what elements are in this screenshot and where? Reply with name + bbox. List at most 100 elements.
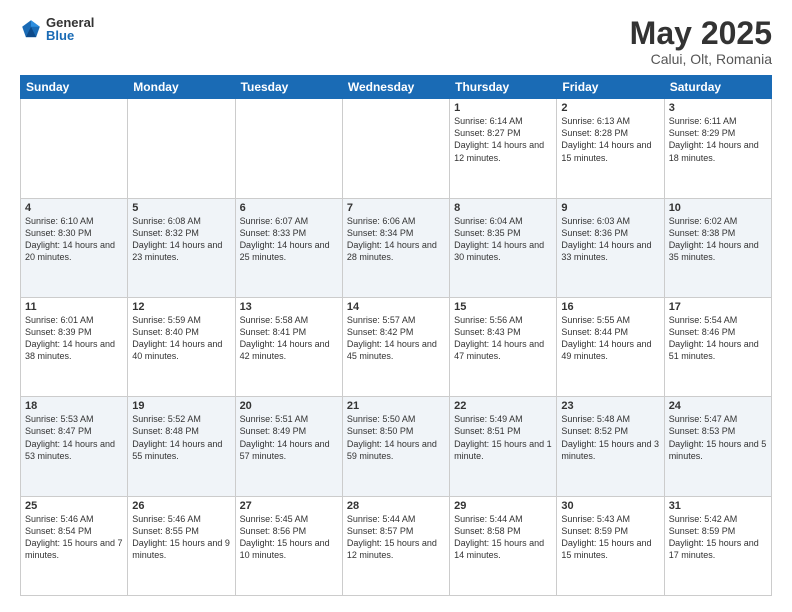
day-number: 26 <box>132 500 230 512</box>
cell-content: Sunrise: 5:46 AM Sunset: 8:54 PM Dayligh… <box>25 513 123 562</box>
cell-content: Sunrise: 6:08 AM Sunset: 8:32 PM Dayligh… <box>132 215 230 264</box>
day-number: 25 <box>25 500 123 512</box>
day-number: 10 <box>669 202 767 214</box>
day-header-friday: Friday <box>557 76 664 99</box>
day-header-saturday: Saturday <box>664 76 771 99</box>
cell-content: Sunrise: 6:02 AM Sunset: 8:38 PM Dayligh… <box>669 215 767 264</box>
calendar-cell: 25Sunrise: 5:46 AM Sunset: 8:54 PM Dayli… <box>21 496 128 595</box>
logo-icon <box>20 18 42 40</box>
calendar-cell: 2Sunrise: 6:13 AM Sunset: 8:28 PM Daylig… <box>557 99 664 198</box>
cell-content: Sunrise: 6:04 AM Sunset: 8:35 PM Dayligh… <box>454 215 552 264</box>
calendar-cell: 13Sunrise: 5:58 AM Sunset: 8:41 PM Dayli… <box>235 297 342 396</box>
calendar-cell: 28Sunrise: 5:44 AM Sunset: 8:57 PM Dayli… <box>342 496 449 595</box>
day-number: 21 <box>347 400 445 412</box>
day-number: 13 <box>240 301 338 313</box>
cell-content: Sunrise: 5:44 AM Sunset: 8:57 PM Dayligh… <box>347 513 445 562</box>
calendar-cell: 17Sunrise: 5:54 AM Sunset: 8:46 PM Dayli… <box>664 297 771 396</box>
cell-content: Sunrise: 5:57 AM Sunset: 8:42 PM Dayligh… <box>347 314 445 363</box>
calendar-cell <box>342 99 449 198</box>
day-number: 8 <box>454 202 552 214</box>
calendar-cell: 21Sunrise: 5:50 AM Sunset: 8:50 PM Dayli… <box>342 397 449 496</box>
logo: General Blue <box>20 16 94 42</box>
day-number: 5 <box>132 202 230 214</box>
cell-content: Sunrise: 6:07 AM Sunset: 8:33 PM Dayligh… <box>240 215 338 264</box>
calendar-cell: 29Sunrise: 5:44 AM Sunset: 8:58 PM Dayli… <box>450 496 557 595</box>
cell-content: Sunrise: 5:47 AM Sunset: 8:53 PM Dayligh… <box>669 413 767 462</box>
day-number: 3 <box>669 102 767 114</box>
calendar-cell <box>21 99 128 198</box>
day-number: 27 <box>240 500 338 512</box>
logo-text: General Blue <box>46 16 94 42</box>
cell-content: Sunrise: 5:42 AM Sunset: 8:59 PM Dayligh… <box>669 513 767 562</box>
day-number: 7 <box>347 202 445 214</box>
calendar-cell: 23Sunrise: 5:48 AM Sunset: 8:52 PM Dayli… <box>557 397 664 496</box>
cell-content: Sunrise: 6:13 AM Sunset: 8:28 PM Dayligh… <box>561 115 659 164</box>
calendar-cell: 1Sunrise: 6:14 AM Sunset: 8:27 PM Daylig… <box>450 99 557 198</box>
calendar-week-row: 1Sunrise: 6:14 AM Sunset: 8:27 PM Daylig… <box>21 99 772 198</box>
cell-content: Sunrise: 6:06 AM Sunset: 8:34 PM Dayligh… <box>347 215 445 264</box>
day-number: 12 <box>132 301 230 313</box>
cell-content: Sunrise: 5:44 AM Sunset: 8:58 PM Dayligh… <box>454 513 552 562</box>
cell-content: Sunrise: 5:45 AM Sunset: 8:56 PM Dayligh… <box>240 513 338 562</box>
calendar-cell: 30Sunrise: 5:43 AM Sunset: 8:59 PM Dayli… <box>557 496 664 595</box>
calendar-cell: 14Sunrise: 5:57 AM Sunset: 8:42 PM Dayli… <box>342 297 449 396</box>
cell-content: Sunrise: 5:59 AM Sunset: 8:40 PM Dayligh… <box>132 314 230 363</box>
cell-content: Sunrise: 5:52 AM Sunset: 8:48 PM Dayligh… <box>132 413 230 462</box>
calendar-cell: 16Sunrise: 5:55 AM Sunset: 8:44 PM Dayli… <box>557 297 664 396</box>
cell-content: Sunrise: 5:55 AM Sunset: 8:44 PM Dayligh… <box>561 314 659 363</box>
calendar-cell: 22Sunrise: 5:49 AM Sunset: 8:51 PM Dayli… <box>450 397 557 496</box>
calendar-week-row: 25Sunrise: 5:46 AM Sunset: 8:54 PM Dayli… <box>21 496 772 595</box>
cell-content: Sunrise: 5:48 AM Sunset: 8:52 PM Dayligh… <box>561 413 659 462</box>
cell-content: Sunrise: 6:01 AM Sunset: 8:39 PM Dayligh… <box>25 314 123 363</box>
day-number: 31 <box>669 500 767 512</box>
cell-content: Sunrise: 5:43 AM Sunset: 8:59 PM Dayligh… <box>561 513 659 562</box>
day-number: 14 <box>347 301 445 313</box>
day-number: 23 <box>561 400 659 412</box>
calendar-week-row: 18Sunrise: 5:53 AM Sunset: 8:47 PM Dayli… <box>21 397 772 496</box>
page: General Blue May 2025 Calui, Olt, Romani… <box>0 0 792 612</box>
cell-content: Sunrise: 6:11 AM Sunset: 8:29 PM Dayligh… <box>669 115 767 164</box>
day-header-tuesday: Tuesday <box>235 76 342 99</box>
calendar-cell: 9Sunrise: 6:03 AM Sunset: 8:36 PM Daylig… <box>557 198 664 297</box>
calendar-cell: 3Sunrise: 6:11 AM Sunset: 8:29 PM Daylig… <box>664 99 771 198</box>
day-number: 16 <box>561 301 659 313</box>
calendar-cell <box>235 99 342 198</box>
calendar-cell: 12Sunrise: 5:59 AM Sunset: 8:40 PM Dayli… <box>128 297 235 396</box>
day-number: 2 <box>561 102 659 114</box>
cell-content: Sunrise: 6:10 AM Sunset: 8:30 PM Dayligh… <box>25 215 123 264</box>
cell-content: Sunrise: 5:49 AM Sunset: 8:51 PM Dayligh… <box>454 413 552 462</box>
calendar-cell: 5Sunrise: 6:08 AM Sunset: 8:32 PM Daylig… <box>128 198 235 297</box>
day-number: 20 <box>240 400 338 412</box>
calendar-cell: 26Sunrise: 5:46 AM Sunset: 8:55 PM Dayli… <box>128 496 235 595</box>
calendar-cell: 11Sunrise: 6:01 AM Sunset: 8:39 PM Dayli… <box>21 297 128 396</box>
calendar-cell: 27Sunrise: 5:45 AM Sunset: 8:56 PM Dayli… <box>235 496 342 595</box>
day-number: 18 <box>25 400 123 412</box>
day-number: 4 <box>25 202 123 214</box>
day-number: 17 <box>669 301 767 313</box>
cell-content: Sunrise: 5:51 AM Sunset: 8:49 PM Dayligh… <box>240 413 338 462</box>
calendar-cell: 7Sunrise: 6:06 AM Sunset: 8:34 PM Daylig… <box>342 198 449 297</box>
title-block: May 2025 Calui, Olt, Romania <box>630 16 772 67</box>
cell-content: Sunrise: 5:58 AM Sunset: 8:41 PM Dayligh… <box>240 314 338 363</box>
calendar-week-row: 4Sunrise: 6:10 AM Sunset: 8:30 PM Daylig… <box>21 198 772 297</box>
calendar-cell: 4Sunrise: 6:10 AM Sunset: 8:30 PM Daylig… <box>21 198 128 297</box>
day-number: 19 <box>132 400 230 412</box>
calendar-cell: 15Sunrise: 5:56 AM Sunset: 8:43 PM Dayli… <box>450 297 557 396</box>
calendar-cell: 18Sunrise: 5:53 AM Sunset: 8:47 PM Dayli… <box>21 397 128 496</box>
day-header-sunday: Sunday <box>21 76 128 99</box>
day-number: 29 <box>454 500 552 512</box>
location: Calui, Olt, Romania <box>630 51 772 67</box>
calendar-week-row: 11Sunrise: 6:01 AM Sunset: 8:39 PM Dayli… <box>21 297 772 396</box>
day-header-wednesday: Wednesday <box>342 76 449 99</box>
day-number: 9 <box>561 202 659 214</box>
calendar-cell: 31Sunrise: 5:42 AM Sunset: 8:59 PM Dayli… <box>664 496 771 595</box>
day-header-monday: Monday <box>128 76 235 99</box>
calendar-header-row: SundayMondayTuesdayWednesdayThursdayFrid… <box>21 76 772 99</box>
calendar-cell <box>128 99 235 198</box>
day-number: 22 <box>454 400 552 412</box>
logo-blue: Blue <box>46 29 94 42</box>
cell-content: Sunrise: 5:56 AM Sunset: 8:43 PM Dayligh… <box>454 314 552 363</box>
calendar-cell: 19Sunrise: 5:52 AM Sunset: 8:48 PM Dayli… <box>128 397 235 496</box>
header: General Blue May 2025 Calui, Olt, Romani… <box>20 16 772 67</box>
cell-content: Sunrise: 5:54 AM Sunset: 8:46 PM Dayligh… <box>669 314 767 363</box>
